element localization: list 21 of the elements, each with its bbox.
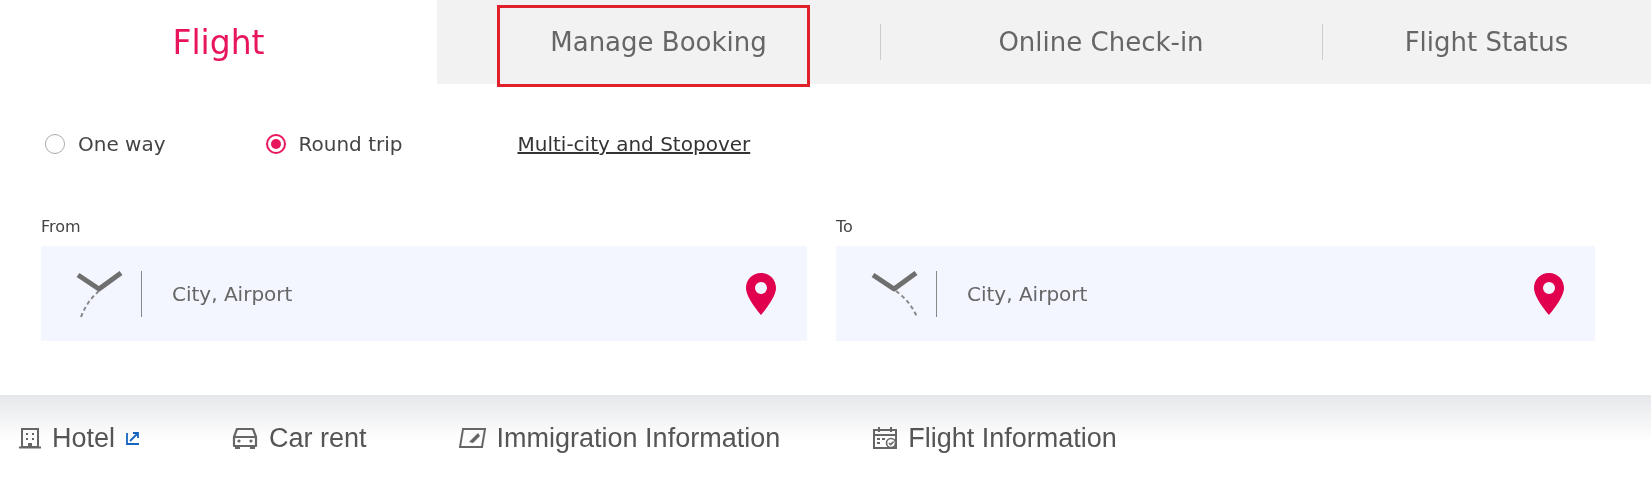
radio-icon[interactable] xyxy=(45,134,65,154)
field-label: From xyxy=(41,216,82,238)
tab[interactable]: Flight xyxy=(0,0,437,84)
radio-icon[interactable] xyxy=(265,134,286,154)
calendar-check-icon xyxy=(872,426,899,450)
input-field[interactable]: City, Airport xyxy=(170,280,745,307)
location-pin-icon[interactable] xyxy=(1533,271,1565,316)
radio-label[interactable]: Round trip xyxy=(298,132,403,156)
field-label: To xyxy=(836,216,854,238)
service-link[interactable]: Car rent xyxy=(231,422,367,454)
car-icon xyxy=(231,426,260,450)
location-pin-icon[interactable] xyxy=(745,271,777,316)
input-field[interactable]: City, Airport xyxy=(965,280,1533,307)
multi-city-link[interactable]: Multi-city and Stopover xyxy=(517,132,751,156)
trip-type-radio[interactable]: Round trip xyxy=(265,132,403,156)
service-link[interactable]: Hotel xyxy=(18,422,142,454)
service-link[interactable]: Immigration Information xyxy=(458,422,781,454)
radio-label[interactable]: One way xyxy=(78,132,166,156)
trip-type-radio[interactable]: One way xyxy=(45,132,166,156)
service-link[interactable]: Flight Information xyxy=(872,422,1117,454)
building-icon xyxy=(18,427,42,449)
